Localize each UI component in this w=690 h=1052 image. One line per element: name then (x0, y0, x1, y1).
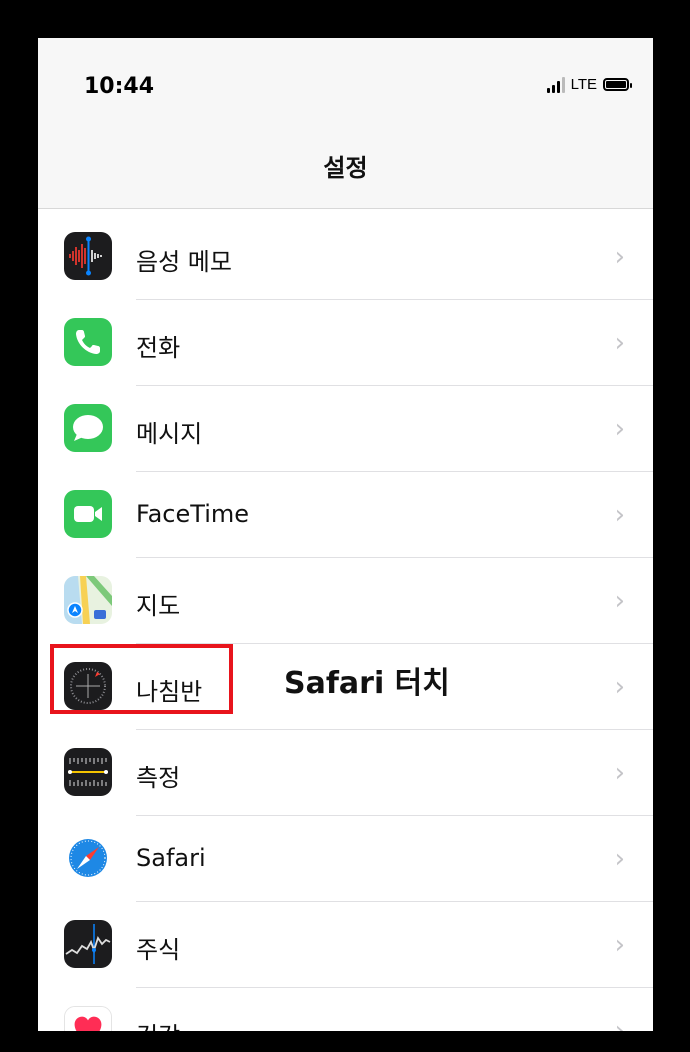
status-time: 10:44 (84, 74, 155, 99)
settings-row-measure[interactable]: 측정 › (38, 730, 653, 816)
settings-row-facetime[interactable]: FaceTime › (38, 472, 653, 558)
chevron-right-icon: › (614, 1016, 625, 1031)
phone-screen: 10:44 LTE 설정 음성 메모 › 전화 › 메시지 › FaceTime… (38, 38, 653, 1031)
chevron-right-icon: › (614, 414, 625, 444)
page-title: 설정 (323, 154, 368, 182)
chevron-right-icon: › (614, 758, 625, 788)
voice-memos-icon (64, 232, 112, 280)
settings-row-messages[interactable]: 메시지 › (38, 386, 653, 472)
settings-row-label: 전화 (136, 334, 181, 362)
facetime-icon (64, 490, 112, 538)
settings-row-label: FaceTime (136, 500, 250, 528)
messages-icon (64, 404, 112, 452)
network-type: LTE (570, 76, 597, 93)
battery-icon (603, 78, 632, 91)
measure-icon (64, 748, 112, 796)
signal-icon (546, 76, 565, 93)
chevron-right-icon: › (614, 844, 625, 874)
safari-highlight-box (50, 644, 233, 714)
settings-row-label: 측정 (136, 764, 181, 792)
settings-row-safari[interactable]: Safari › (38, 816, 653, 902)
navigation-bar: 10:44 LTE 설정 (38, 38, 653, 209)
settings-row-voice-memos[interactable]: 음성 메모 › (38, 214, 653, 300)
settings-row-label: 음성 메모 (136, 248, 232, 276)
settings-row-label: 건강 (136, 1016, 180, 1031)
chevron-right-icon: › (614, 672, 625, 702)
maps-icon (64, 576, 112, 624)
safari-icon (64, 834, 112, 882)
settings-list: 음성 메모 › 전화 › 메시지 › FaceTime › 지도 › 나침반 ›… (38, 214, 653, 1031)
chevron-right-icon: › (614, 242, 625, 272)
settings-row-label: 지도 (136, 592, 181, 620)
chevron-right-icon: › (614, 930, 625, 960)
phone-icon (64, 318, 112, 366)
chevron-right-icon: › (614, 500, 625, 530)
health-icon (64, 1006, 112, 1031)
settings-row-label: 메시지 (136, 420, 203, 448)
settings-row-label: 주식 (136, 936, 181, 964)
settings-row-phone[interactable]: 전화 › (38, 300, 653, 386)
stocks-icon (64, 920, 112, 968)
chevron-right-icon: › (614, 586, 625, 616)
settings-row-label: Safari (136, 844, 206, 872)
instruction-annotation: Safari 터치 (284, 666, 450, 701)
settings-row-stocks[interactable]: 주식 › (38, 902, 653, 988)
chevron-right-icon: › (614, 328, 625, 358)
settings-row-health[interactable]: 건강 › (38, 988, 653, 1031)
settings-row-maps[interactable]: 지도 › (38, 558, 653, 644)
status-indicators: LTE (546, 76, 632, 93)
